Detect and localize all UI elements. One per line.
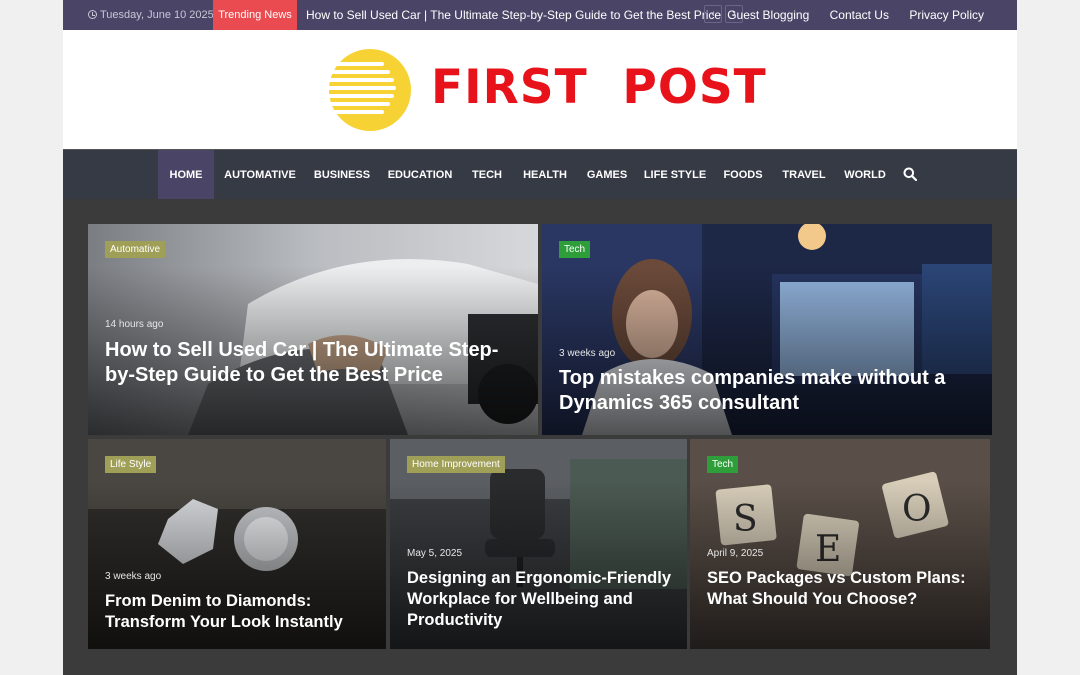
category-badge[interactable]: Automative [105,241,166,258]
post-time: 14 hours ago [105,319,164,330]
post-card-denim-diamonds[interactable]: Life Style 3 weeks ago From Denim to Dia… [88,439,386,649]
post-title[interactable]: SEO Packages vs Custom Plans: What Shoul… [707,568,977,610]
post-date: May 5, 2025 [407,548,463,559]
post-title[interactable]: How to Sell Used Car | The Ultimate Step… [105,338,505,389]
nav-business[interactable]: BUSINESS [311,150,373,200]
nav-automative[interactable]: AUTOMATIVE [220,150,300,200]
featured-posts-grid: Automative 14 hours ago How to Sell Used… [63,199,1017,675]
trending-label: Trending News [213,0,297,30]
nav-home[interactable]: HOME [158,150,214,200]
top-bar: Tuesday, June 10 2025 Trending News How … [63,0,1017,30]
main-nav: HOME AUTOMATIVE BUSINESS EDUCATION TECH … [63,149,1017,200]
post-card-seo-packages[interactable]: S E O Tech April 9, 2025 SEO Packages vs… [690,439,990,649]
post-card-sell-used-car[interactable]: Automative 14 hours ago How to Sell Used… [88,224,538,435]
date-display: Tuesday, June 10 2025 [88,0,214,30]
top-links: Guest Blogging Contact Us Privacy Policy [710,0,984,30]
nav-education[interactable]: EDUCATION [383,150,457,200]
nav-tech[interactable]: TECH [467,150,507,200]
post-card-dynamics-365[interactable]: Tech 3 weeks ago Top mistakes companies … [542,224,992,435]
clock-icon [88,10,97,19]
post-time: 3 weeks ago [559,348,616,359]
nav-world[interactable]: WORLD [839,150,891,200]
search-icon[interactable] [903,167,917,181]
post-title[interactable]: From Denim to Diamonds: Transform Your L… [105,591,375,633]
category-badge[interactable]: Home Improvement [407,456,505,473]
site-logo-text[interactable]: FIRST POST [431,60,767,115]
post-card-ergonomic-workplace[interactable]: Home Improvement May 5, 2025 Designing a… [390,439,687,649]
nav-life-style[interactable]: LIFE STYLE [642,150,708,200]
post-title[interactable]: Top mistakes companies make without a Dy… [559,366,979,417]
link-contact-us[interactable]: Contact Us [830,8,889,22]
trending-ticker-link[interactable]: How to Sell Used Car | The Ultimate Step… [306,0,721,30]
page: Tuesday, June 10 2025 Trending News How … [63,0,1017,675]
category-badge[interactable]: Tech [707,456,739,473]
logo-mark-icon[interactable] [328,48,412,132]
nav-travel[interactable]: TRAVEL [778,150,830,200]
nav-games[interactable]: GAMES [582,150,632,200]
post-date: April 9, 2025 [707,548,764,559]
nav-health[interactable]: HEALTH [517,150,573,200]
date-text: Tuesday, June 10 2025 [100,9,214,21]
site-header: FIRST POST [63,30,1017,149]
category-badge[interactable]: Life Style [105,456,157,473]
link-privacy-policy[interactable]: Privacy Policy [909,8,984,22]
nav-foods[interactable]: FOODS [718,150,768,200]
post-time: 3 weeks ago [105,571,162,582]
link-guest-blogging[interactable]: Guest Blogging [727,8,809,22]
post-title[interactable]: Designing an Ergonomic-Friendly Workplac… [407,568,677,631]
category-badge[interactable]: Tech [559,241,591,258]
